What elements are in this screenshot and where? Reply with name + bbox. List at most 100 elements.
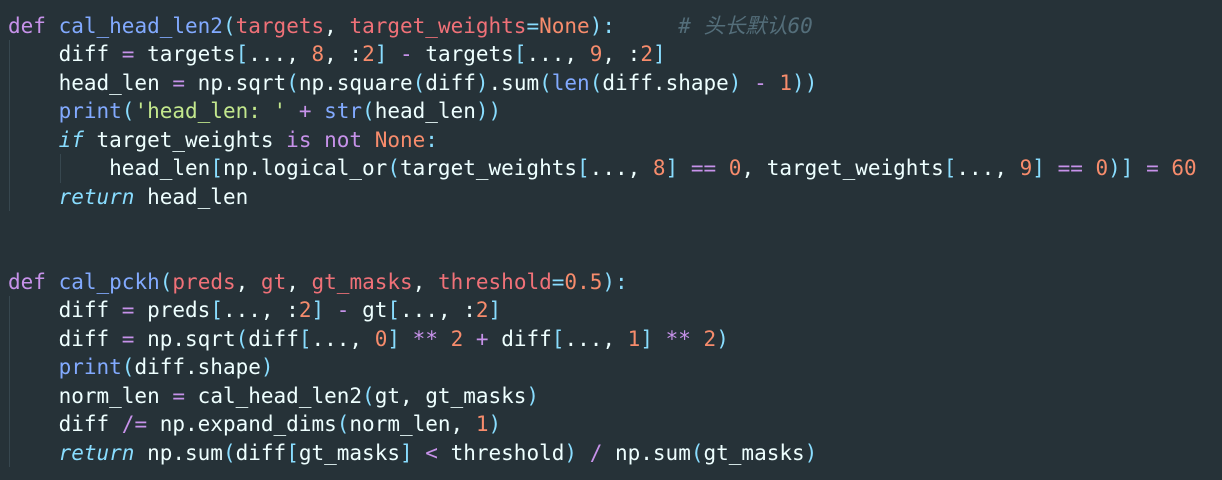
code-line[interactable]: head_len[np.logical_or(target_weights[..… <box>8 154 1197 183</box>
indent-guide <box>9 296 10 325</box>
code-token: print <box>58 355 122 380</box>
code-token: diff <box>58 412 122 437</box>
code-token: /= <box>121 412 148 437</box>
code-token: 8 <box>311 42 325 67</box>
code-token: ..., <box>526 42 590 67</box>
code-token: ] <box>488 298 502 323</box>
code-token: ) <box>260 355 274 380</box>
code-token: [ <box>235 42 249 67</box>
code-token: 9 <box>1019 156 1033 181</box>
code-token: def <box>8 269 46 294</box>
code-line[interactable]: head_len = np.sqrt(np.square(diff).sum(l… <box>8 68 1197 98</box>
code-token: , <box>286 269 312 294</box>
code-line[interactable]: diff = np.sqrt(diff[..., 0] ** 2 + diff[… <box>8 324 1197 354</box>
code-comment: # 头长默认60 <box>678 14 813 38</box>
code-token: , target_weights <box>741 156 944 181</box>
code-token: return <box>58 440 135 465</box>
code-token: threshold <box>437 269 552 294</box>
indent-guide <box>9 40 10 69</box>
code-token: diff <box>58 298 122 323</box>
code-token: diff <box>248 326 299 351</box>
code-line[interactable]: norm_len = cal_head_len2(gt, gt_masks) <box>8 381 1197 411</box>
code-token: norm_len <box>58 383 173 408</box>
code-token: ..., <box>248 42 312 67</box>
code-line[interactable]: def cal_head_len2(targets, target_weight… <box>8 12 1197 40</box>
code-token: diff.shape <box>602 70 729 95</box>
code-token: ** <box>652 326 704 351</box>
code-line[interactable]: return np.sum(diff[gt_masks] < threshold… <box>8 438 1197 467</box>
code-token: ( <box>159 269 173 294</box>
code-token: head_len <box>134 184 249 209</box>
code-token: = <box>172 383 186 408</box>
code-token: ) <box>564 440 578 465</box>
code-token: 9 <box>589 42 603 67</box>
indent-guide <box>9 182 10 212</box>
code-token: threshold <box>450 440 565 465</box>
code-token: ) <box>804 440 818 465</box>
code-line[interactable]: print('head_len: ' + str(head_len)) <box>8 97 1197 126</box>
code-token: ] <box>400 440 413 465</box>
code-line[interactable]: diff = targets[..., 8, :2] - targets[...… <box>8 40 1197 69</box>
code-token: )] <box>1108 156 1134 181</box>
code-token: np.sqrt <box>134 326 236 351</box>
code-token: )) <box>475 99 502 124</box>
code-token: ) <box>602 269 616 294</box>
code-line[interactable]: if target_weights is not None: <box>8 125 1197 155</box>
code-token: ] <box>311 298 325 323</box>
code-line[interactable]: return head_len <box>8 182 1197 212</box>
code-line[interactable] <box>8 240 1197 268</box>
code-token: ( <box>690 440 704 465</box>
code-line[interactable] <box>8 211 1197 239</box>
code-token: np.logical_or <box>222 156 388 181</box>
code-token: diff <box>425 70 476 95</box>
code-token: - <box>324 298 363 323</box>
code-token: : <box>602 14 615 38</box>
indent-guide <box>9 68 10 98</box>
code-token: < <box>412 440 451 465</box>
indent-guide <box>9 381 10 411</box>
code-token: np.sqrt <box>185 70 287 95</box>
code-token: + <box>463 326 502 351</box>
code-token: gt <box>260 269 287 294</box>
code-token: ( <box>336 412 350 437</box>
code-token: ) <box>475 70 489 95</box>
code-token: [ <box>943 156 957 181</box>
code-token: 2 <box>298 298 312 323</box>
code-token: ( <box>539 70 552 95</box>
code-token: 8 <box>652 156 666 181</box>
code-token: ] <box>1032 156 1045 181</box>
code-line[interactable]: def cal_pckh(preds, gt, gt_masks, thresh… <box>8 268 1197 296</box>
code-token: head_len <box>109 156 211 181</box>
code-token: norm_len, <box>349 412 476 437</box>
code-line[interactable]: print(diff.shape) <box>8 353 1197 382</box>
code-token: [ <box>210 298 223 323</box>
code-line[interactable]: diff /= np.expand_dims(norm_len, 1) <box>8 410 1197 439</box>
code-token: np.expand_dims <box>147 412 337 437</box>
code-token: , <box>235 269 261 294</box>
code-token: , <box>324 14 350 38</box>
code-token: diff <box>58 42 122 67</box>
code-token: np.square <box>298 70 413 95</box>
code-token: ) <box>526 383 540 408</box>
code-token: , <box>412 269 438 294</box>
code-token: 2 <box>475 298 489 323</box>
code-token: np.sum <box>134 440 223 465</box>
code-token: gt, gt_masks <box>374 383 527 408</box>
code-token: ..., <box>589 156 653 181</box>
indent-guide <box>59 154 61 183</box>
code-token: target_weights <box>400 156 578 181</box>
code-token: 0 <box>1095 156 1109 181</box>
code-token: gt_masks <box>298 440 400 465</box>
code-token: .sum <box>488 70 540 95</box>
code-token: diff <box>235 440 287 465</box>
code-token: preds <box>172 269 236 294</box>
code-editor[interactable]: def cal_head_len2(targets, target_weight… <box>8 12 1197 467</box>
indent-guide <box>9 410 10 439</box>
code-line[interactable]: diff = preds[..., :2] - gt[..., :2] <box>8 296 1197 325</box>
